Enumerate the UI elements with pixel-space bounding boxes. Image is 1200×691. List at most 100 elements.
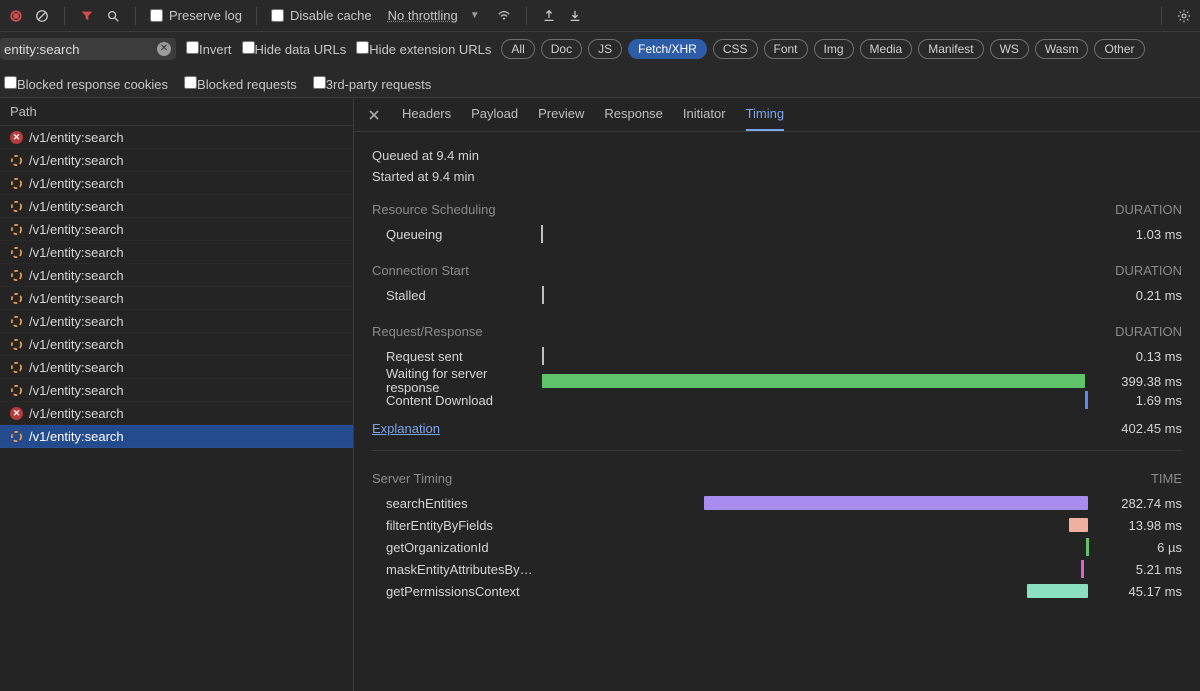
server-timing-bar: [1069, 518, 1088, 532]
tab-timing[interactable]: Timing: [746, 98, 785, 131]
pending-icon: [10, 223, 23, 236]
tab-preview[interactable]: Preview: [538, 98, 584, 131]
type-pill-font[interactable]: Font: [764, 39, 808, 59]
tab-headers[interactable]: Headers: [402, 98, 451, 131]
type-pill-doc[interactable]: Doc: [541, 39, 582, 59]
request-row[interactable]: /v1/entity:search: [0, 310, 353, 333]
timing-row-waiting: Waiting for server response 399.38 ms: [372, 367, 1182, 389]
request-row[interactable]: ✕/v1/entity:search: [0, 126, 353, 149]
type-pill-manifest[interactable]: Manifest: [918, 39, 983, 59]
explanation-link[interactable]: Explanation: [372, 421, 440, 436]
timing-label: Request sent: [372, 349, 532, 364]
request-row[interactable]: /v1/entity:search: [0, 149, 353, 172]
server-timing-row: getOrganizationId6 µs: [372, 536, 1182, 558]
timing-value: 399.38 ms: [1096, 374, 1182, 389]
tab-initiator[interactable]: Initiator: [683, 98, 726, 131]
request-row[interactable]: /v1/entity:search: [0, 333, 353, 356]
type-pill-ws[interactable]: WS: [990, 39, 1029, 59]
detail-tabs: Headers Payload Preview Response Initiator Ti…: [354, 98, 1200, 132]
request-path: /v1/entity:search: [29, 222, 124, 237]
request-row[interactable]: /v1/entity:search: [0, 356, 353, 379]
request-row[interactable]: /v1/entity:search: [0, 264, 353, 287]
request-row[interactable]: /v1/entity:search: [0, 195, 353, 218]
filter-input[interactable]: [0, 38, 176, 60]
invert-checkbox[interactable]: Invert: [186, 41, 232, 57]
blocked-cookies-checkbox[interactable]: Blocked response cookies: [4, 76, 168, 92]
timing-bar: [542, 374, 1085, 388]
request-row[interactable]: /v1/entity:search: [0, 172, 353, 195]
separator: [1161, 7, 1162, 25]
clear-filter-icon[interactable]: ✕: [157, 42, 171, 56]
pending-icon: [10, 154, 23, 167]
search-icon[interactable]: [105, 8, 121, 24]
record-icon[interactable]: [8, 8, 24, 24]
hide-extension-urls-checkbox[interactable]: Hide extension URLs: [356, 41, 491, 57]
type-pill-all[interactable]: All: [501, 39, 534, 59]
request-path: /v1/entity:search: [29, 245, 124, 260]
hide-data-urls-checkbox[interactable]: Hide data URLs: [242, 41, 347, 57]
request-path: /v1/entity:search: [29, 176, 124, 191]
upload-icon[interactable]: [541, 8, 557, 24]
throttling-select[interactable]: No throttling ▼: [382, 6, 486, 25]
hide-data-urls-label: Hide data URLs: [255, 42, 347, 57]
error-icon: ✕: [10, 407, 23, 420]
filter-input-wrap: ✕: [0, 38, 176, 60]
type-pill-media[interactable]: Media: [860, 39, 913, 59]
request-path: /v1/entity:search: [29, 337, 124, 352]
request-row[interactable]: /v1/entity:search: [0, 287, 353, 310]
type-pill-css[interactable]: CSS: [713, 39, 758, 59]
started-at: Started at 9.4 min: [372, 169, 1182, 184]
timing-row-sent: Request sent 0.13 ms: [372, 345, 1182, 367]
request-path: /v1/entity:search: [29, 383, 124, 398]
3rd-party-checkbox[interactable]: 3rd-party requests: [313, 76, 432, 92]
request-row[interactable]: /v1/entity:search: [0, 218, 353, 241]
timing-row-queueing: Queueing 1.03 ms: [372, 223, 1182, 245]
duration-header: DURATION: [1115, 324, 1182, 339]
preserve-log-checkbox[interactable]: Preserve log: [150, 8, 242, 23]
type-pill-other[interactable]: Other: [1094, 39, 1144, 59]
queued-at: Queued at 9.4 min: [372, 148, 1182, 163]
server-timing-value: 13.98 ms: [1096, 518, 1182, 533]
request-row[interactable]: ✕/v1/entity:search: [0, 402, 353, 425]
pending-icon: [10, 292, 23, 305]
gear-icon[interactable]: [1176, 8, 1192, 24]
request-row[interactable]: /v1/entity:search: [0, 379, 353, 402]
tab-payload[interactable]: Payload: [471, 98, 518, 131]
clear-icon[interactable]: [34, 8, 50, 24]
type-pill-img[interactable]: Img: [814, 39, 854, 59]
download-icon[interactable]: [567, 8, 583, 24]
divider: [372, 450, 1182, 451]
request-path: /v1/entity:search: [29, 360, 124, 375]
server-timing-row: maskEntityAttributesBy…5.21 ms: [372, 558, 1182, 580]
section-request-response: Request/Response: [372, 324, 483, 339]
pending-icon: [10, 361, 23, 374]
request-row[interactable]: /v1/entity:search: [0, 241, 353, 264]
server-timing-label: searchEntities: [372, 496, 532, 511]
type-pill-wasm[interactable]: Wasm: [1035, 39, 1089, 59]
tab-response[interactable]: Response: [604, 98, 663, 131]
request-path: /v1/entity:search: [29, 291, 124, 306]
close-icon[interactable]: [368, 108, 382, 122]
detail-panel: Headers Payload Preview Response Initiator Ti…: [354, 98, 1200, 691]
wifi-icon[interactable]: [496, 8, 512, 24]
blocked-requests-label: Blocked requests: [197, 77, 297, 92]
timing-value: 0.21 ms: [1096, 288, 1182, 303]
type-pill-js[interactable]: JS: [588, 39, 622, 59]
blocked-cookies-label: Blocked response cookies: [17, 77, 168, 92]
server-timing-bar: [1086, 538, 1089, 556]
request-row[interactable]: /v1/entity:search: [0, 425, 353, 448]
request-path: /v1/entity:search: [29, 429, 124, 444]
request-path: /v1/entity:search: [29, 268, 124, 283]
disable-cache-label: Disable cache: [290, 8, 372, 23]
timing-bar: [541, 225, 543, 243]
duration-header: DURATION: [1115, 263, 1182, 278]
blocked-requests-checkbox[interactable]: Blocked requests: [184, 76, 297, 92]
type-pill-fetch-xhr[interactable]: Fetch/XHR: [628, 39, 707, 59]
request-list-body: ✕/v1/entity:search/v1/entity:search/v1/e…: [0, 126, 353, 448]
hide-ext-urls-label: Hide extension URLs: [369, 42, 491, 57]
chevron-down-icon: ▼: [470, 10, 480, 21]
section-connection-start: Connection Start: [372, 263, 469, 278]
server-timing-label: getPermissionsContext: [372, 584, 532, 599]
filter-icon[interactable]: [79, 8, 95, 24]
disable-cache-checkbox[interactable]: Disable cache: [271, 8, 372, 23]
